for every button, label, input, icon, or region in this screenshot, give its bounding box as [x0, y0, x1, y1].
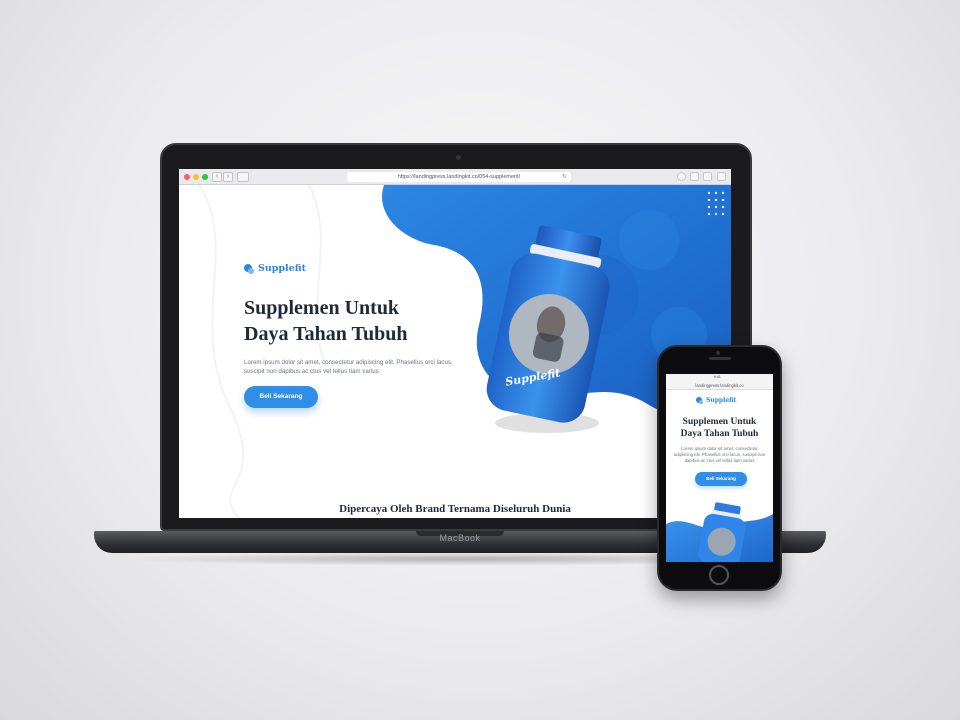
hero-background-graphic [198, 185, 731, 518]
minimize-window-button[interactable] [193, 174, 199, 180]
tabs-icon[interactable] [703, 172, 712, 181]
hero-description: Lorem ipsum dolor sit amet, consectetur … [244, 359, 453, 375]
laptop-screen: ‹ › https://landingpress.landingkit.co/0… [179, 169, 731, 518]
hero-title-line-1: Supplemen Untuk [244, 297, 400, 319]
landing-page: Supplefit Supplefit Supplemen Untuk Daya… [179, 185, 731, 518]
phone-screen: 9:41 landingpress.landingkit.co Supplefi… [666, 374, 773, 562]
phone-speaker [709, 357, 731, 360]
laptop-brand-label: MacBook [439, 533, 481, 543]
phone-camera [716, 351, 720, 355]
trusted-brands-heading: Dipercaya Oleh Brand Ternama Diseluruh D… [339, 503, 571, 515]
phone-brand-name: Supplefit [706, 397, 737, 404]
maximize-window-button[interactable] [202, 174, 208, 180]
extension-icon[interactable] [677, 172, 686, 181]
share-icon[interactable] [690, 172, 699, 181]
address-bar[interactable]: https://landingpress.landingkit.co/054-s… [347, 172, 571, 182]
hero-title: Supplemen Untuk Daya Tahan Tubuh [244, 295, 464, 347]
phone-brand-logo[interactable]: Supplefit [696, 397, 736, 404]
phone-hero-title: Supplemen Untuk Daya Tahan Tubuh [670, 416, 769, 440]
phone-brand-mark-icon [696, 397, 703, 404]
back-icon[interactable]: ‹ [212, 172, 222, 182]
laptop-camera [456, 155, 461, 160]
add-tab-icon[interactable] [717, 172, 726, 181]
url-text: https://landingpress.landingkit.co/054-s… [397, 174, 521, 180]
buy-now-button[interactable]: Beli Sekarang [244, 386, 318, 408]
hero-title-line-2: Daya Tahan Tubuh [244, 323, 408, 345]
phone-buy-now-button[interactable]: Beli Sekarang [695, 472, 747, 486]
forward-icon[interactable]: › [223, 172, 233, 182]
browser-toolbar: ‹ › https://landingpress.landingkit.co/0… [179, 169, 731, 185]
sidebar-icon[interactable] [237, 172, 249, 182]
brand-logo[interactable]: Supplefit [244, 263, 306, 274]
home-button[interactable] [709, 565, 729, 585]
reload-icon[interactable]: ↻ [562, 172, 567, 182]
phone-hero-title-line-1: Supplemen Untuk [682, 417, 757, 427]
phone-hero-description: Lorem ipsum dolor sit amet, consectetur … [673, 446, 766, 464]
brand-mark-icon [244, 263, 254, 274]
brand-name: Supplefit [258, 263, 307, 274]
phone-hero-title-line-2: Daya Tahan Tubuh [680, 429, 759, 439]
phone-device: 9:41 landingpress.landingkit.co Supplefi… [657, 345, 782, 591]
close-window-button[interactable] [184, 174, 190, 180]
